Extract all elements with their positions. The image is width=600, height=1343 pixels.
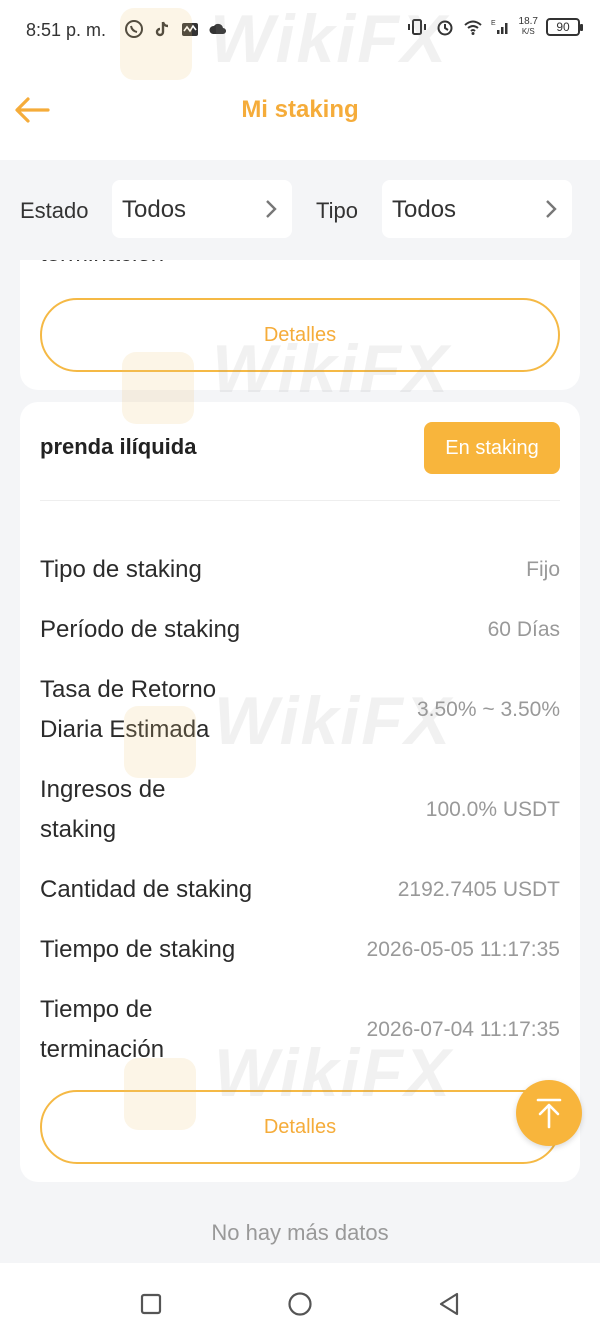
status-badge[interactable]: En staking bbox=[424, 422, 560, 474]
status-time: 8:51 p. m. bbox=[26, 20, 107, 40]
arrow-up-icon bbox=[536, 1098, 562, 1129]
filter-bar: Estado Todos Tipo Todos bbox=[0, 160, 600, 260]
back-nav-button[interactable] bbox=[434, 1289, 464, 1319]
cloud-icon bbox=[209, 23, 226, 34]
system-icons: E 18.7 K/S 90 bbox=[407, 16, 583, 38]
staking-list[interactable]: terminación Detalles prenda ilíquida En … bbox=[0, 260, 600, 1263]
row-label: terminación bbox=[40, 260, 164, 268]
svg-text:E: E bbox=[491, 20, 496, 27]
network-speed: 18.7 K/S bbox=[519, 17, 538, 37]
recents-button[interactable] bbox=[136, 1289, 166, 1319]
tipo-label: Tipo bbox=[316, 198, 358, 223]
row-value: 2192.7405 USDT bbox=[397, 878, 560, 901]
tiktok-icon bbox=[155, 21, 169, 37]
system-nav-bar bbox=[0, 1263, 600, 1343]
estado-label: Estado bbox=[20, 198, 89, 223]
row-value: 2026-07-04 11:17:35 bbox=[366, 1018, 560, 1041]
details-button[interactable]: Detalles bbox=[40, 1090, 560, 1164]
battery-icon: 90 bbox=[546, 18, 583, 36]
end-of-list-text: No hay más datos bbox=[211, 1220, 389, 1245]
status-bar: 8:51 p. m. E 18.7 K/S 90 bbox=[0, 0, 600, 60]
square-icon bbox=[140, 1293, 162, 1315]
staking-card-partial: terminación Detalles bbox=[20, 260, 580, 390]
home-button[interactable] bbox=[285, 1289, 315, 1319]
row-value: 2026-05-05 11:17:35 bbox=[366, 938, 560, 961]
row-value: 3.50% ~ 3.50% bbox=[416, 698, 560, 721]
page-title: Mi staking bbox=[241, 96, 359, 123]
row-value: Fijo bbox=[526, 558, 560, 581]
row-label: Tiempo de terminación bbox=[40, 996, 165, 1063]
card-title: prenda ilíquida bbox=[40, 434, 197, 459]
row-label: Tasa de Retorno Diaria Estimada bbox=[40, 676, 217, 743]
row-label: Ingresos de staking bbox=[40, 776, 166, 843]
notification-icons bbox=[124, 18, 228, 40]
row-value: 60 Días bbox=[487, 618, 560, 641]
divider bbox=[40, 500, 560, 501]
circle-icon bbox=[288, 1292, 312, 1316]
net-speed-unit: K/S bbox=[521, 27, 535, 36]
alarm-icon bbox=[437, 20, 453, 36]
net-speed-value: 18.7 bbox=[518, 16, 538, 27]
tipo-value: Todos bbox=[392, 196, 457, 223]
row-value: 100.0% USDT bbox=[425, 798, 560, 821]
triangle-back-icon bbox=[439, 1292, 459, 1316]
row-label: Período de staking bbox=[40, 616, 241, 643]
signal-icon: E bbox=[491, 20, 508, 34]
app-header: Mi staking bbox=[0, 60, 600, 160]
scroll-to-top-button[interactable] bbox=[516, 1080, 582, 1146]
chevron-right-icon bbox=[546, 200, 557, 218]
wifi-icon bbox=[463, 20, 482, 35]
staking-card: prenda ilíquida En staking Tipo de staki… bbox=[20, 402, 580, 1182]
row-label: Cantidad de staking bbox=[40, 876, 253, 903]
vibrate-icon bbox=[407, 19, 426, 35]
activity-icon bbox=[182, 23, 198, 36]
details-button[interactable]: Detalles bbox=[40, 298, 560, 372]
estado-select[interactable]: Todos bbox=[112, 180, 292, 238]
whatsapp-icon bbox=[125, 20, 143, 38]
row-label: Tipo de staking bbox=[40, 556, 202, 583]
chevron-right-icon bbox=[266, 200, 277, 218]
tipo-select[interactable]: Todos bbox=[382, 180, 572, 238]
estado-value: Todos bbox=[122, 196, 187, 223]
row-label: Tiempo de staking bbox=[40, 936, 236, 963]
